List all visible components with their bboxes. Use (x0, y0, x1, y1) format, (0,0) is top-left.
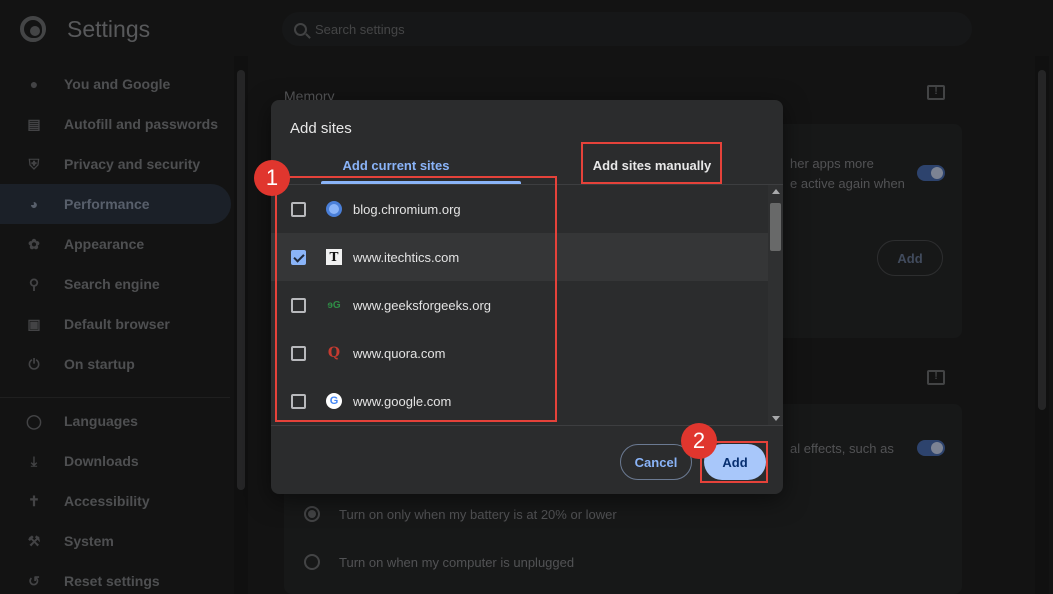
cancel-button[interactable]: Cancel (620, 444, 692, 480)
callout-badge-2: 2 (681, 423, 717, 459)
scroll-up-arrow-icon[interactable] (772, 189, 780, 194)
scrollbar-thumb[interactable] (770, 203, 781, 251)
callout-badge-1: 1 (254, 160, 290, 196)
scroll-down-arrow-icon[interactable] (772, 416, 780, 421)
callout-box-site-list (275, 176, 557, 422)
site-list-scrollbar[interactable] (768, 185, 783, 425)
dialog-title: Add sites (290, 120, 352, 137)
callout-box-manual-tab (581, 142, 722, 184)
